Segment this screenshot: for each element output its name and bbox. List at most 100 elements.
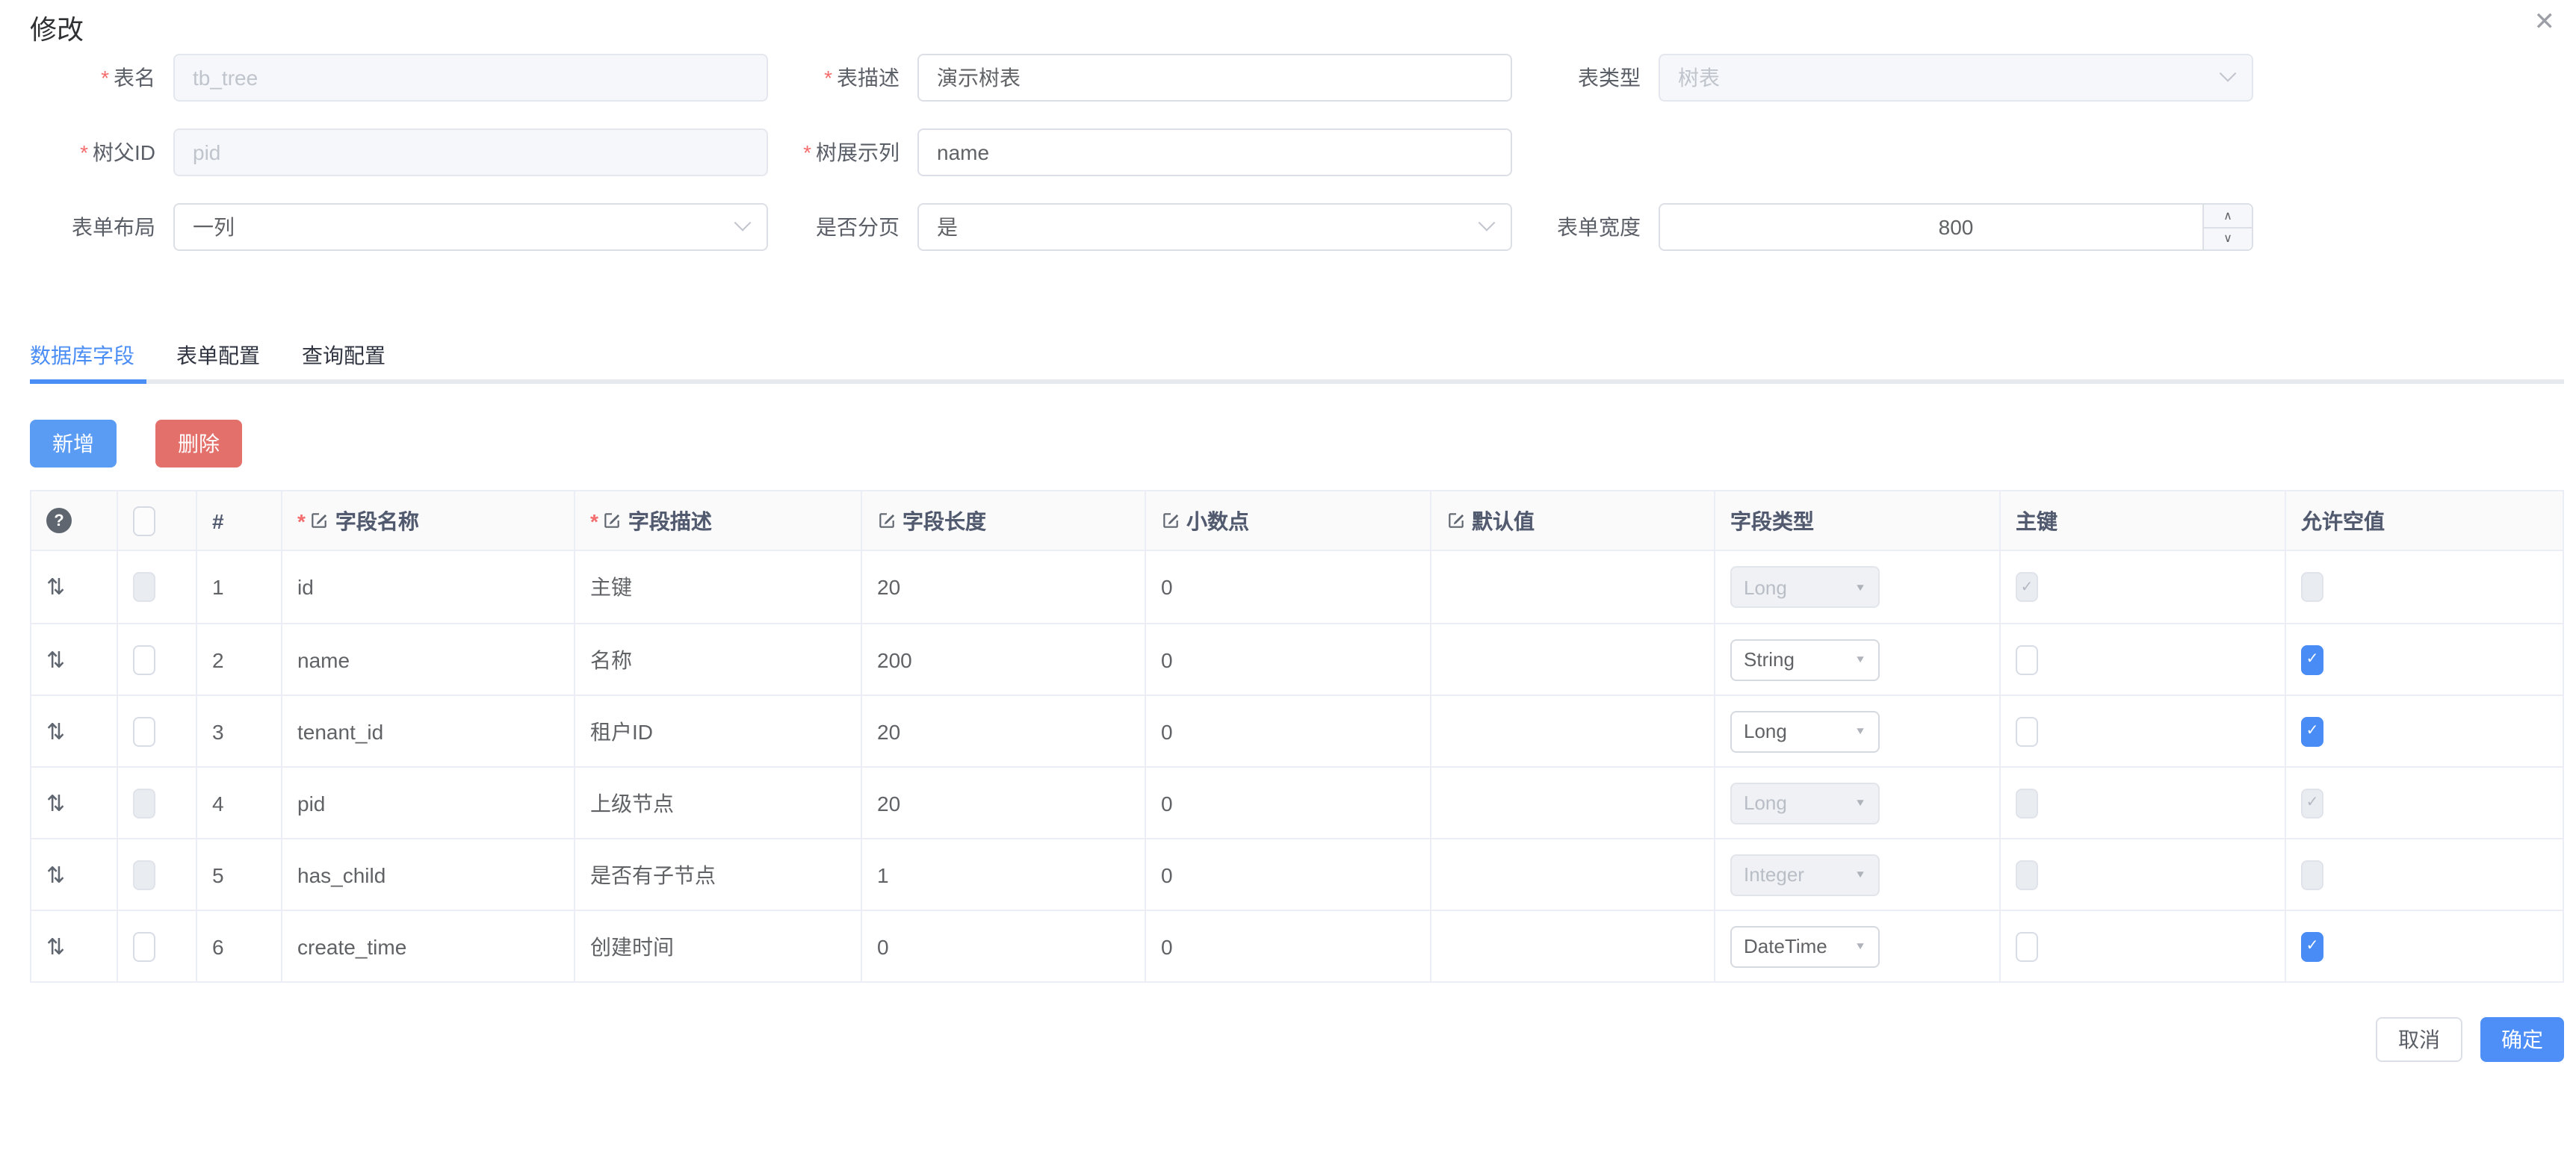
tree-display-col-input[interactable]: name — [917, 128, 1512, 176]
decrease-button[interactable]: ∨ — [2204, 228, 2252, 249]
cancel-button[interactable]: 取消 — [2376, 1017, 2462, 1062]
row-checkbox[interactable] — [133, 931, 155, 961]
label-text: 是否分页 — [816, 215, 900, 239]
caret-down-icon: ▼ — [1854, 581, 1866, 592]
header-primary-key: 主键 — [2001, 491, 2286, 551]
cell-decimal-point[interactable]: 0 — [1146, 695, 1431, 766]
allow-null-checkbox[interactable]: ✓ — [2301, 931, 2323, 961]
cell-field-name[interactable]: pid — [282, 766, 575, 838]
caret-down-icon: ▼ — [1854, 725, 1866, 736]
field-type-select[interactable]: String▼ — [1730, 639, 1880, 680]
select-value: Integer — [1744, 863, 1804, 886]
table-row: ⇅5has_child是否有子节点10Integer▼ — [31, 838, 2563, 910]
drag-handle-icon[interactable]: ⇅ — [46, 646, 62, 673]
cell-field-desc[interactable]: 是否有子节点 — [575, 838, 862, 910]
form-width-label: 表单宽度 — [1512, 212, 1659, 242]
field-type-select[interactable]: Long▼ — [1730, 710, 1880, 752]
header-field-length: 字段长度 — [862, 491, 1146, 551]
help-icon[interactable]: ? — [46, 508, 72, 533]
cell-default-value[interactable] — [1431, 910, 1715, 981]
cell-field-name[interactable]: create_time — [282, 910, 575, 981]
table-row: ⇅4pid上级节点200Long▼✓ — [31, 766, 2563, 838]
cell-index: 4 — [197, 766, 282, 838]
cell-default-value[interactable] — [1431, 623, 1715, 695]
tab-database-fields[interactable]: 数据库字段 — [30, 341, 134, 379]
drag-handle-icon[interactable]: ⇅ — [46, 933, 62, 960]
drag-handle-icon[interactable]: ⇅ — [46, 861, 62, 888]
add-button[interactable]: 新增 — [30, 420, 117, 467]
cell-field-length[interactable]: 200 — [862, 623, 1146, 695]
cell-field-name[interactable]: id — [282, 551, 575, 623]
row-checkbox[interactable] — [133, 716, 155, 746]
tab-query-config[interactable]: 查询配置 — [302, 341, 386, 379]
select-value: Long — [1744, 576, 1787, 598]
table-desc-input[interactable]: 演示树表 — [917, 54, 1512, 102]
cell-field-name[interactable]: has_child — [282, 838, 575, 910]
required-asterisk: * — [590, 509, 598, 532]
allow-null-checkbox[interactable]: ✓ — [2301, 644, 2323, 674]
input-value: tb_tree — [193, 66, 258, 90]
tree-parent-id-input[interactable]: pid — [173, 128, 768, 176]
cell-decimal-point[interactable]: 0 — [1146, 766, 1431, 838]
table-type-label: 表类型 — [1512, 63, 1659, 93]
form-width-input[interactable]: 800 ∧ ∨ — [1659, 203, 2253, 251]
select-value: 是 — [937, 212, 958, 242]
row-checkbox[interactable] — [133, 644, 155, 674]
input-value: pid — [193, 140, 220, 164]
increase-button[interactable]: ∧ — [2204, 205, 2252, 228]
cell-field-length[interactable]: 1 — [862, 838, 1146, 910]
cell-field-name[interactable]: name — [282, 623, 575, 695]
primary-key-checkbox[interactable] — [2016, 716, 2038, 746]
cell-field-length[interactable]: 20 — [862, 766, 1146, 838]
delete-button[interactable]: 删除 — [155, 420, 242, 467]
drag-handle-icon[interactable]: ⇅ — [46, 718, 62, 745]
cell-field-desc[interactable]: 创建时间 — [575, 910, 862, 981]
form-row: *树父ID pid *树展示列 name — [0, 128, 2576, 176]
confirm-button[interactable]: 确定 — [2480, 1017, 2564, 1062]
cell-field-desc[interactable]: 名称 — [575, 623, 862, 695]
tree-display-col-label: *树展示列 — [768, 137, 917, 167]
cell-field-length[interactable]: 0 — [862, 910, 1146, 981]
cell-decimal-point[interactable]: 0 — [1146, 910, 1431, 981]
pagination-label: 是否分页 — [768, 212, 917, 242]
cell-default-value[interactable] — [1431, 551, 1715, 623]
caret-down-icon: ▼ — [1854, 797, 1866, 808]
cell-default-value[interactable] — [1431, 838, 1715, 910]
cell-field-length[interactable]: 20 — [862, 695, 1146, 766]
tree-parent-id-label: *树父ID — [0, 137, 173, 167]
cell-default-value[interactable] — [1431, 766, 1715, 838]
cell-decimal-point[interactable]: 0 — [1146, 838, 1431, 910]
cell-field-length[interactable]: 20 — [862, 551, 1146, 623]
drag-handle-icon[interactable]: ⇅ — [46, 574, 62, 600]
header-index: # — [197, 491, 282, 551]
cell-field-desc[interactable]: 主键 — [575, 551, 862, 623]
table-type-select[interactable]: 树表 — [1659, 54, 2253, 102]
cell-index: 2 — [197, 623, 282, 695]
chevron-down-icon — [734, 214, 752, 232]
form-layout-select[interactable]: 一列 — [173, 203, 768, 251]
cell-decimal-point[interactable]: 0 — [1146, 623, 1431, 695]
cell-field-desc[interactable]: 上级节点 — [575, 766, 862, 838]
cell-field-name[interactable]: tenant_id — [282, 695, 575, 766]
pagination-select[interactable]: 是 — [917, 203, 1512, 251]
caret-down-icon: ▼ — [1854, 869, 1866, 880]
tab-form-config[interactable]: 表单配置 — [176, 341, 260, 379]
close-icon[interactable]: ✕ — [2534, 9, 2556, 34]
allow-null-checkbox[interactable]: ✓ — [2301, 716, 2323, 746]
cell-default-value[interactable] — [1431, 695, 1715, 766]
input-value: 演示树表 — [937, 63, 1021, 93]
label-text: 树父ID — [93, 140, 155, 164]
cell-decimal-point[interactable]: 0 — [1146, 551, 1431, 623]
primary-key-checkbox[interactable] — [2016, 644, 2038, 674]
select-all-checkbox[interactable] — [133, 506, 155, 535]
table-config-form: *表名 tb_tree *表描述 演示树表 表类型 树表 *树父ID pid *… — [0, 54, 2576, 251]
primary-key-checkbox[interactable] — [2016, 931, 2038, 961]
field-type-select: Long ▼ — [1730, 566, 1880, 608]
edit-icon — [1161, 511, 1180, 530]
field-type-select[interactable]: DateTime▼ — [1730, 925, 1880, 967]
table-name-input[interactable]: tb_tree — [173, 54, 768, 102]
primary-key-checkbox — [2016, 788, 2038, 818]
cell-field-desc[interactable]: 租户ID — [575, 695, 862, 766]
drag-handle-icon[interactable]: ⇅ — [46, 789, 62, 816]
chevron-down-icon — [2220, 65, 2237, 82]
